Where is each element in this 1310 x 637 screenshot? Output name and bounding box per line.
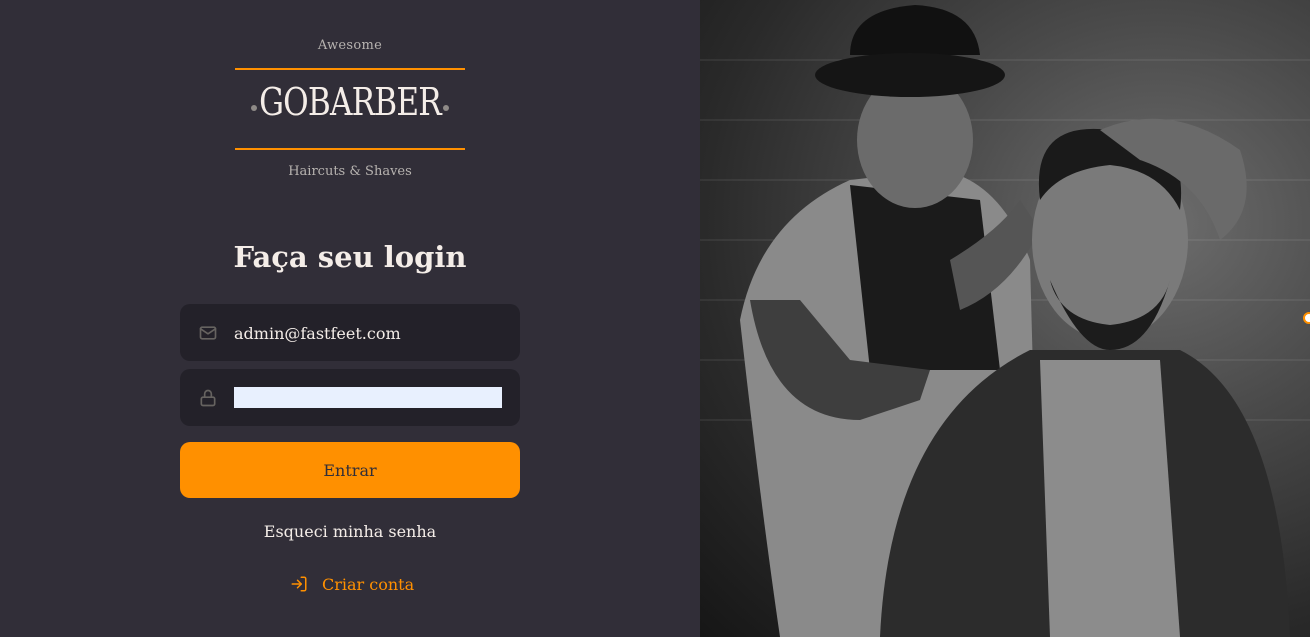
logo-divider-top (235, 68, 465, 70)
logo-tagline-bottom: Haircuts & Shaves (288, 164, 412, 179)
barber-photo (700, 0, 1310, 637)
mail-icon (199, 326, 217, 340)
logo-divider-bottom (235, 148, 465, 150)
lock-icon (200, 389, 216, 407)
logo-tagline-top: Awesome (317, 38, 383, 53)
login-button[interactable]: Entrar (180, 442, 520, 498)
create-account-link[interactable]: Criar conta (290, 573, 414, 595)
log-in-icon (291, 576, 307, 592)
email-field[interactable] (180, 304, 520, 361)
logo-wordmark: GOBARBER (259, 80, 442, 124)
email-input[interactable] (234, 321, 502, 345)
gobarber-logo: Awesome GOBARBER Haircuts & Shaves (235, 38, 465, 183)
login-panel: Awesome GOBARBER Haircuts & Shaves Faça … (0, 0, 700, 637)
logo-dot-right (443, 105, 449, 111)
slider-handle-dot (1303, 312, 1310, 324)
create-account-label: Criar conta (322, 574, 415, 594)
barber-illustration (700, 5, 1310, 637)
password-field[interactable] (180, 369, 520, 426)
login-title: Faça seu login (233, 240, 467, 274)
password-input[interactable] (234, 387, 502, 408)
forgot-password-link[interactable]: Esqueci minha senha (180, 522, 520, 541)
